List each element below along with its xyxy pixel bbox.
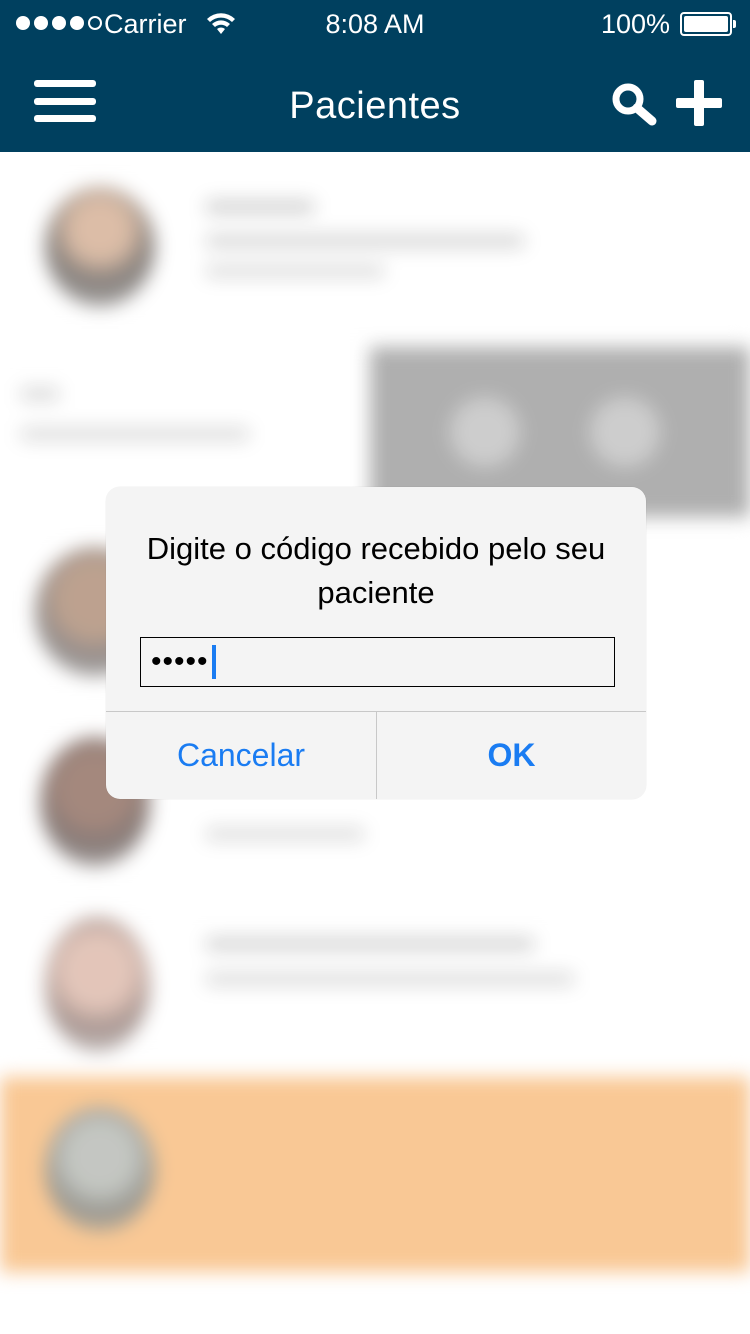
code-input[interactable]: ••••• <box>140 637 615 687</box>
battery-icon <box>680 12 736 36</box>
navigation-bar: Carrier 8:08 AM 100% Pacientes <box>0 0 750 152</box>
status-bar: Carrier 8:08 AM 100% <box>0 0 750 48</box>
ok-button[interactable]: OK <box>377 712 646 799</box>
battery-percentage: 100% <box>600 9 670 39</box>
code-input-value: ••••• <box>151 645 209 678</box>
text-cursor <box>211 645 216 679</box>
dialog-message: Digite o código recebido pelo seu pacien… <box>146 531 606 610</box>
plus-icon[interactable] <box>676 80 722 126</box>
cancel-button[interactable]: Cancelar <box>106 712 376 799</box>
code-entry-dialog: Digite o código recebido pelo seu pacien… <box>106 487 646 799</box>
search-icon[interactable] <box>610 82 658 126</box>
